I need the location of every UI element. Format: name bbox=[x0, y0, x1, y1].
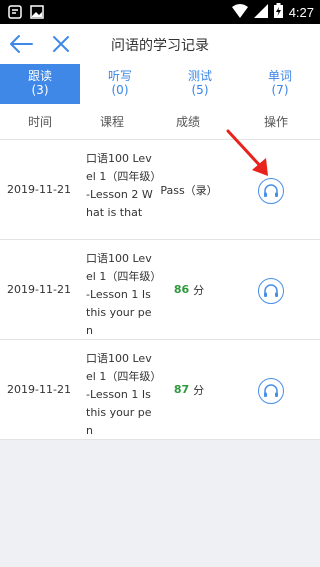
tab-count: (5) bbox=[191, 83, 209, 97]
annotation-arrow-icon bbox=[224, 128, 274, 180]
title-bar: 问语的学习记录 bbox=[0, 24, 320, 64]
record-date: 2019-11-21 bbox=[7, 383, 71, 396]
record-course: 口语100 Level 1（四年级）-Lesson 1 Is this your… bbox=[86, 352, 156, 437]
record-score: 86 分 bbox=[156, 240, 222, 339]
tab-bar: 跟读 (3) 听写 (0) 测试 (5) 单词 (7) bbox=[0, 64, 320, 104]
record-date: 2019-11-21 bbox=[7, 283, 71, 296]
record-score: Pass（录） bbox=[156, 140, 222, 239]
tab-follow-read[interactable]: 跟读 (3) bbox=[0, 64, 80, 104]
headphones-icon[interactable] bbox=[258, 278, 284, 304]
status-bar: 4:27 bbox=[0, 0, 320, 24]
tab-count: (0) bbox=[111, 83, 129, 97]
tab-label: 单词 bbox=[267, 69, 292, 83]
record-course: 口语100 Level 1（四年级）-Lesson 1 Is this your… bbox=[86, 252, 156, 337]
wifi-icon bbox=[231, 3, 248, 22]
record-score: 87 分 bbox=[156, 340, 222, 439]
column-course: 课程 bbox=[99, 115, 124, 129]
tab-test[interactable]: 测试 (5) bbox=[160, 64, 240, 104]
tab-count: (3) bbox=[31, 83, 49, 97]
tab-label: 测试 bbox=[187, 69, 212, 83]
score-unit: 分 bbox=[193, 283, 205, 297]
table-row: 2019-11-21 口语100 Level 1（四年级）-Lesson 1 I… bbox=[0, 340, 320, 440]
image-icon bbox=[30, 4, 44, 23]
tab-words[interactable]: 单词 (7) bbox=[240, 64, 320, 104]
score-number: 86 bbox=[173, 283, 190, 296]
score-number: 87 bbox=[173, 383, 190, 396]
record-date: 2019-11-21 bbox=[7, 183, 71, 196]
tab-label: 跟读 bbox=[27, 69, 52, 83]
score-text: Pass（录） bbox=[160, 183, 218, 197]
record-list: 2019-11-21 口语100 Level 1（四年级）-Lesson 2 W… bbox=[0, 140, 320, 440]
headphones-icon[interactable] bbox=[258, 178, 284, 204]
tab-dictation[interactable]: 听写 (0) bbox=[80, 64, 160, 104]
page-title: 问语的学习记录 bbox=[111, 38, 209, 54]
column-score: 成绩 bbox=[175, 115, 200, 129]
notification-icon bbox=[8, 4, 22, 23]
signal-icon bbox=[253, 3, 268, 22]
table-row: 2019-11-21 口语100 Level 1（四年级）-Lesson 1 I… bbox=[0, 240, 320, 340]
tab-label: 听写 bbox=[107, 69, 132, 83]
headphones-icon[interactable] bbox=[258, 378, 284, 404]
battery-icon bbox=[273, 3, 283, 22]
score-unit: 分 bbox=[193, 383, 205, 397]
column-time: 时间 bbox=[27, 115, 52, 129]
record-course: 口语100 Level 1（四年级）-Lesson 2 What is that bbox=[86, 152, 156, 219]
status-time: 4:27 bbox=[288, 4, 314, 20]
tab-count: (7) bbox=[271, 83, 289, 97]
